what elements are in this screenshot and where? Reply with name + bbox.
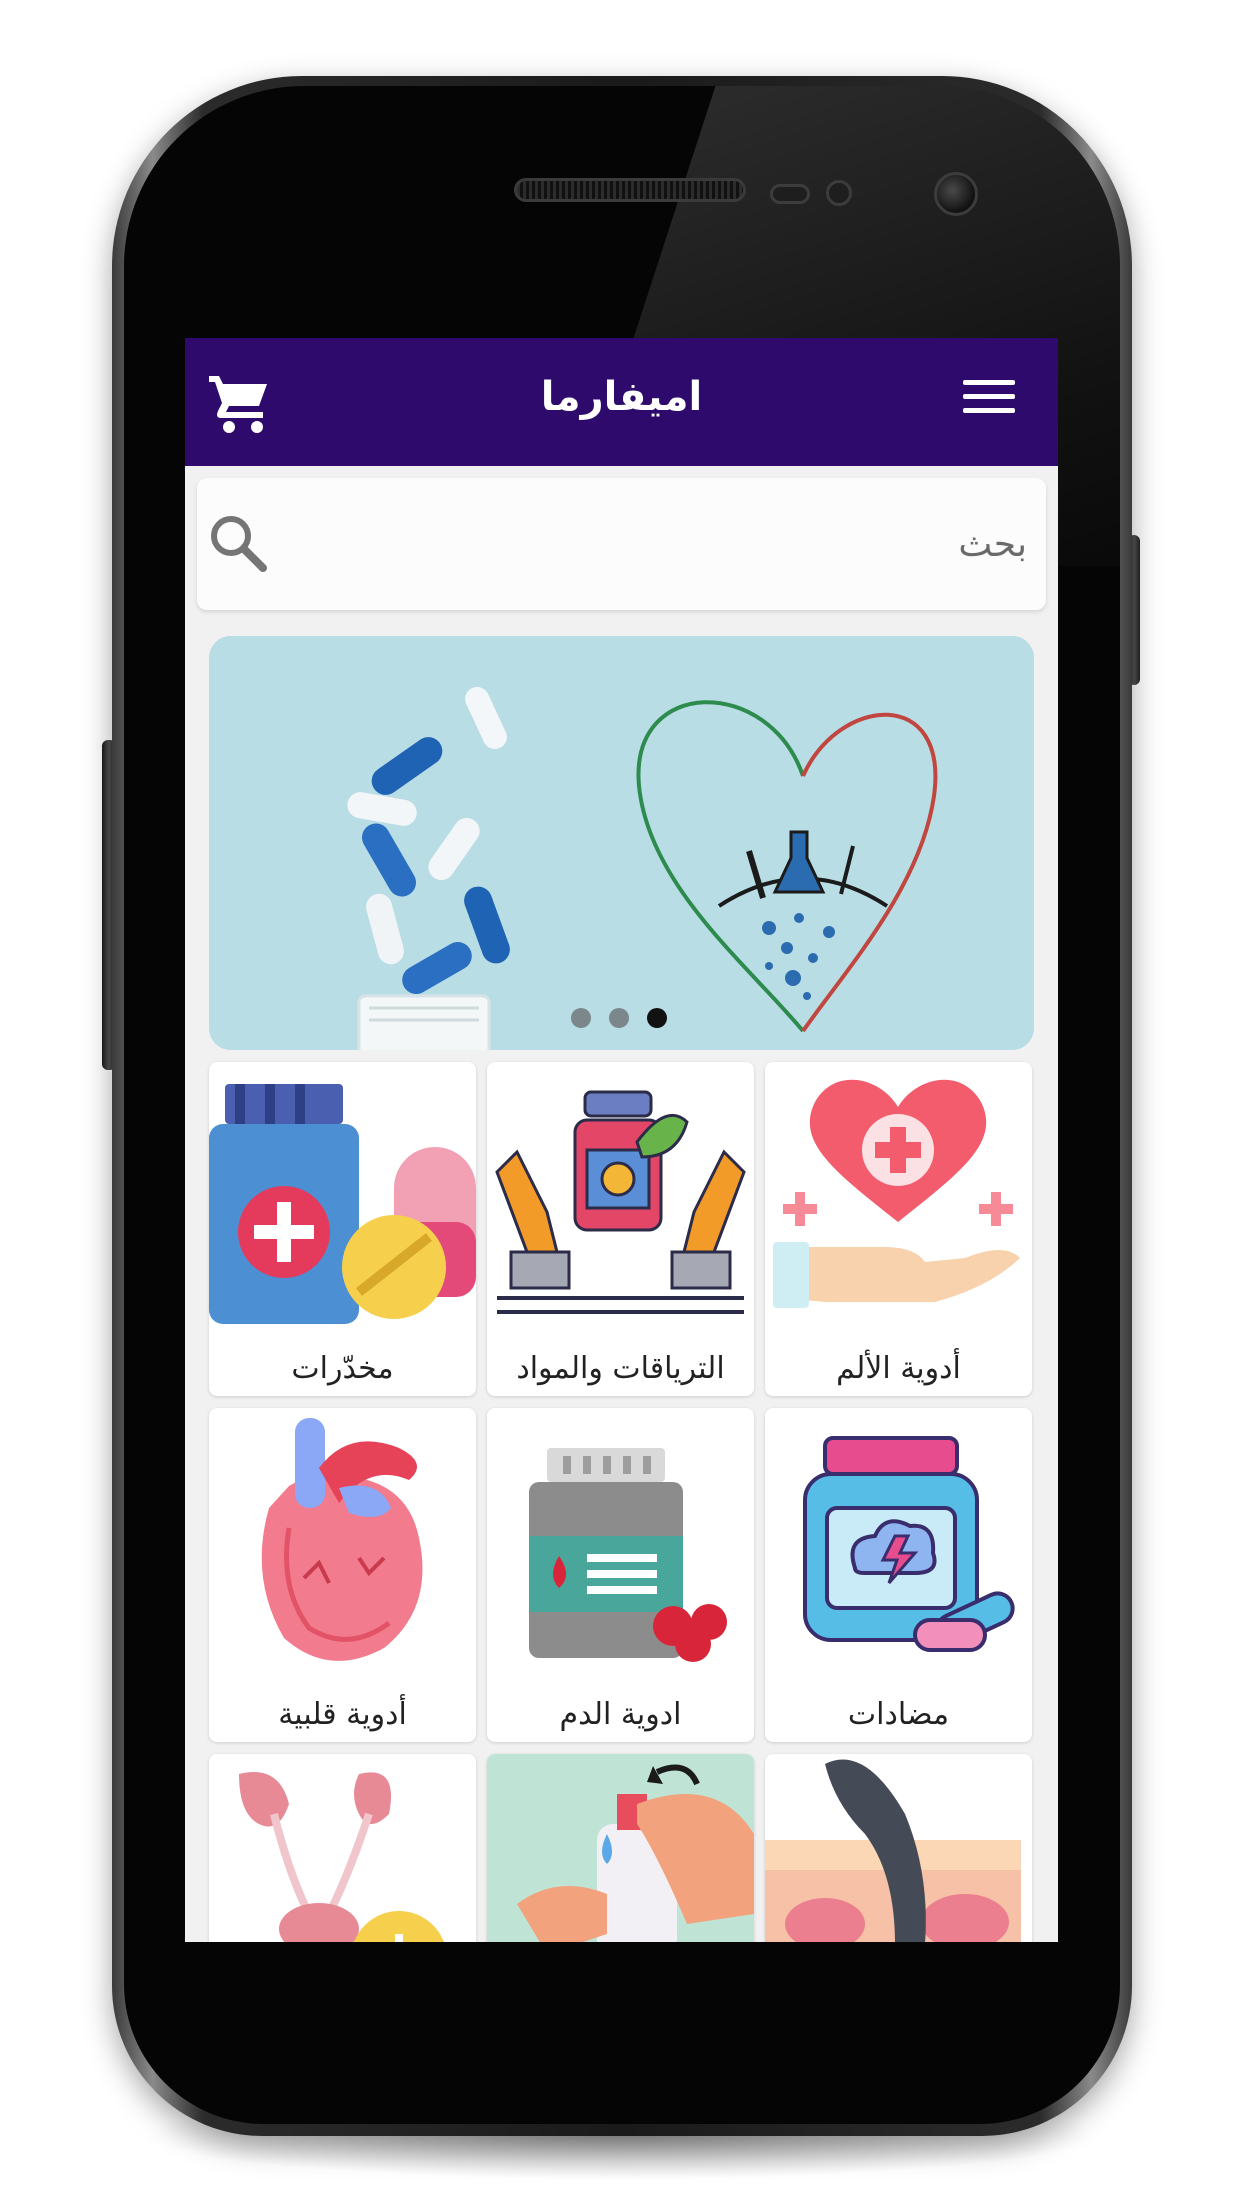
- category-card-antidotes[interactable]: الترياقات والمواد: [487, 1062, 754, 1396]
- banner-pills-heart-image: [209, 636, 1034, 1050]
- app-bar: اميفارما: [185, 338, 1058, 466]
- category-card-cardiac-medicines[interactable]: أدوية قلبية: [209, 1408, 476, 1742]
- search-input[interactable]: [287, 508, 1027, 580]
- category-label: أدوية الألم: [836, 1351, 961, 1386]
- hand-wash-icon: [487, 1754, 754, 1942]
- earpiece-speaker: [514, 178, 746, 202]
- category-label: مضادات: [847, 1697, 950, 1732]
- carousel-dot-2[interactable]: [609, 1008, 629, 1028]
- app-title: اميفارما: [540, 374, 703, 420]
- carousel-dot-1[interactable]: [571, 1008, 591, 1028]
- app-screen: اميفارما بحث أدوية الألم الترياقات والمو…: [185, 338, 1058, 1942]
- category-card-antibiotics[interactable]: مضادات: [765, 1408, 1032, 1742]
- category-label: الترياقات والمواد: [516, 1351, 725, 1386]
- category-label: مخدّرات: [291, 1351, 394, 1386]
- category-card-pain-medicines[interactable]: أدوية الألم: [765, 1062, 1032, 1396]
- category-card-urology[interactable]: [209, 1754, 476, 1942]
- light-sensor: [826, 180, 852, 206]
- banner-carousel[interactable]: [209, 636, 1034, 1050]
- category-card-blood-medicines[interactable]: ادوية الدم: [487, 1408, 754, 1742]
- proximity-sensor: [770, 184, 810, 204]
- human-heart-icon: [261, 1418, 423, 1661]
- hands-medicine-bottle-icon: [495, 1090, 746, 1314]
- blood-medicine-bottle-icon: [529, 1448, 727, 1662]
- front-camera: [934, 172, 978, 216]
- carousel-dot-3-active[interactable]: [647, 1008, 667, 1028]
- search-icon[interactable]: [207, 512, 271, 576]
- category-card-dermatology[interactable]: [765, 1754, 1032, 1942]
- carousel-indicators: [571, 1008, 667, 1032]
- heart-hand-icon: [773, 1079, 1020, 1308]
- pill-bottle-tablets-icon: [209, 1084, 476, 1324]
- menu-button[interactable]: [963, 380, 1015, 424]
- category-label: أدوية قلبية: [278, 1697, 407, 1732]
- category-card-narcotics[interactable]: مخدّرات: [209, 1062, 476, 1396]
- category-card-hygiene[interactable]: [487, 1754, 754, 1942]
- search-bar[interactable]: [197, 478, 1046, 610]
- pill-jar-icon: [803, 1436, 1015, 1652]
- kidneys-icon: [239, 1772, 444, 1942]
- skin-hair-icon: [765, 1759, 1021, 1942]
- hamburger-menu-icon: [963, 380, 1015, 385]
- category-label: ادوية الدم: [559, 1697, 682, 1732]
